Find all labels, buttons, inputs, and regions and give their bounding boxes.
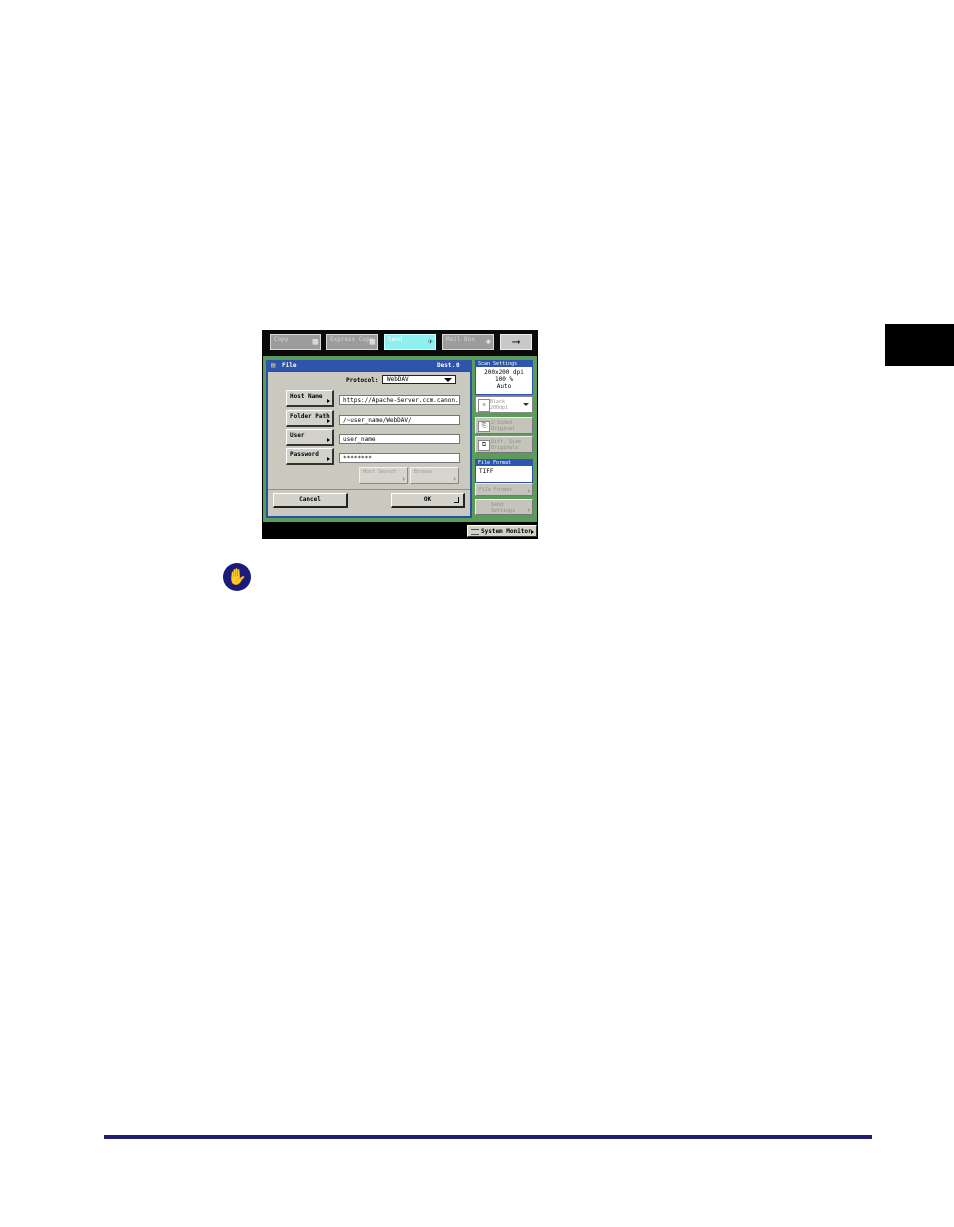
color-mode-line2: 200dpi xyxy=(490,405,509,411)
zoom-value: 100 % xyxy=(494,376,514,383)
file-icon: ▤ xyxy=(271,361,276,369)
folder-path-button[interactable]: Folder Path xyxy=(286,410,334,427)
triangle-right-icon xyxy=(528,489,530,493)
triangle-right-icon xyxy=(403,477,405,481)
protocol-dropdown[interactable]: WebDAV xyxy=(382,375,456,384)
tab-copy[interactable]: Copy ▦ xyxy=(270,334,321,350)
browse-button[interactable]: Browse xyxy=(410,467,459,484)
system-monitor-button[interactable]: System Monitor xyxy=(467,525,537,537)
send-settings-button[interactable]: Send Settings xyxy=(475,499,533,515)
diff-size-icon: ⧉ xyxy=(478,440,490,451)
tab-mail-box[interactable]: Mail Box ◈ xyxy=(442,334,494,350)
triangle-right-icon xyxy=(327,419,330,423)
send-settings-line2: Settings xyxy=(491,508,516,514)
send-settings-text: Send Settings xyxy=(491,502,515,514)
tab-express-copy-label: Express Copy xyxy=(330,336,374,343)
triangle-right-icon xyxy=(454,477,456,481)
password-field[interactable]: ******** xyxy=(339,453,460,463)
footer-rule xyxy=(104,1135,872,1139)
system-monitor-label: System Monitor xyxy=(481,528,532,535)
cancel-button[interactable]: Cancel xyxy=(273,493,348,508)
file-format-btn-label: File Format xyxy=(479,487,513,493)
dest-label: Dest. xyxy=(437,362,456,369)
dialog-body: Protocol: WebDAV Host Name https://Apach… xyxy=(268,372,470,516)
user-field[interactable]: user_name xyxy=(339,434,460,444)
mode-tab-bar: Copy ▦ Express Copy ▦ Send ✈ Mail Box ◈ … xyxy=(262,330,538,355)
tab-copy-label: Copy xyxy=(274,336,289,343)
express-copy-icon: ▦ xyxy=(369,337,375,347)
cancel-label: Cancel xyxy=(299,496,321,503)
file-format-value: TIFF xyxy=(479,468,494,475)
mailbox-icon: ◈ xyxy=(485,337,491,347)
triangle-right-icon xyxy=(528,508,530,512)
status-bar: System Monitor xyxy=(262,523,538,539)
enter-icon xyxy=(454,497,459,503)
diff-size-originals-button[interactable]: ⧉ Diff. Size Originals xyxy=(475,436,533,453)
protocol-label: Protocol: xyxy=(346,377,379,384)
chevron-down-icon xyxy=(444,378,452,382)
user-label: User xyxy=(290,432,305,439)
ok-label: OK xyxy=(423,496,432,503)
monitor-icon xyxy=(471,529,479,535)
host-name-label: Host Name xyxy=(290,393,323,400)
chevron-down-icon xyxy=(523,403,529,406)
diff-size-line2: Originals xyxy=(491,445,519,451)
host-search-button[interactable]: Host Search xyxy=(359,467,408,484)
tab-send-label: Send xyxy=(388,336,403,343)
host-name-button[interactable]: Host Name xyxy=(286,390,334,407)
host-name-field[interactable]: https://Apache-Server.ccm.canon. xyxy=(339,395,460,405)
diff-size-text: Diff. Size Originals xyxy=(491,439,521,451)
ok-button[interactable]: OK xyxy=(391,493,465,508)
user-button[interactable]: User xyxy=(286,429,334,446)
file-dialog: ▤ File Dest. 0 Protocol: WebDAV Host Nam… xyxy=(266,360,472,518)
dialog-titlebar: ▤ File Dest. 0 xyxy=(266,360,472,371)
folder-path-field[interactable]: /~user_name/WebDAV/ xyxy=(339,415,460,425)
more-tabs-button[interactable]: ⟶ xyxy=(500,334,532,350)
two-sided-text: 2-Sided Original xyxy=(491,420,515,432)
dialog-divider xyxy=(268,489,470,490)
two-sided-original-button[interactable]: ⎘ 2-Sided Original xyxy=(475,417,533,434)
important-hand-icon: ✋ xyxy=(223,563,251,591)
density-value: Auto xyxy=(496,383,512,390)
copy-icon: ▦ xyxy=(312,337,318,347)
password-button[interactable]: Password xyxy=(286,448,334,465)
resolution-value: 200x200 dpi xyxy=(484,369,524,376)
document-icon: ≡ xyxy=(478,399,490,412)
browse-label: Browse xyxy=(414,469,433,475)
folder-path-label: Folder Path xyxy=(290,413,330,420)
host-search-label: Host Search xyxy=(363,469,397,475)
scan-settings-header: Scan Settings xyxy=(476,361,532,367)
tab-send[interactable]: Send ✈ xyxy=(384,334,436,350)
color-mode-dropdown[interactable]: ≡ Black 200dpi xyxy=(475,396,533,413)
file-format-button[interactable]: File Format xyxy=(475,483,533,496)
chapter-tab xyxy=(885,324,954,366)
triangle-right-icon xyxy=(327,438,330,442)
protocol-value: WebDAV xyxy=(387,376,409,383)
tab-express-copy[interactable]: Express Copy ▦ xyxy=(326,334,378,350)
dest-count: 0 xyxy=(456,362,460,369)
two-sided-icon: ⎘ xyxy=(478,421,490,432)
device-screen: Copy ▦ Express Copy ▦ Send ✈ Mail Box ◈ … xyxy=(262,330,538,539)
paper-plane-icon: ✈ xyxy=(427,337,433,347)
triangle-right-icon xyxy=(327,399,330,403)
tab-mail-box-label: Mail Box xyxy=(446,336,475,343)
password-label: Password xyxy=(290,451,319,458)
scan-settings-box[interactable]: Scan Settings 200x200 dpi 100 % Auto xyxy=(475,360,533,395)
color-mode-text: Black 200dpi xyxy=(490,399,508,411)
two-sided-line2: Original xyxy=(491,426,516,432)
file-format-header: File Format xyxy=(476,460,532,466)
right-arrow-icon: ⟶ xyxy=(512,335,520,348)
file-format-box[interactable]: File Format TIFF xyxy=(475,459,533,483)
triangle-right-icon xyxy=(327,457,330,461)
dialog-title: File xyxy=(282,362,297,369)
triangle-right-icon xyxy=(531,530,534,534)
